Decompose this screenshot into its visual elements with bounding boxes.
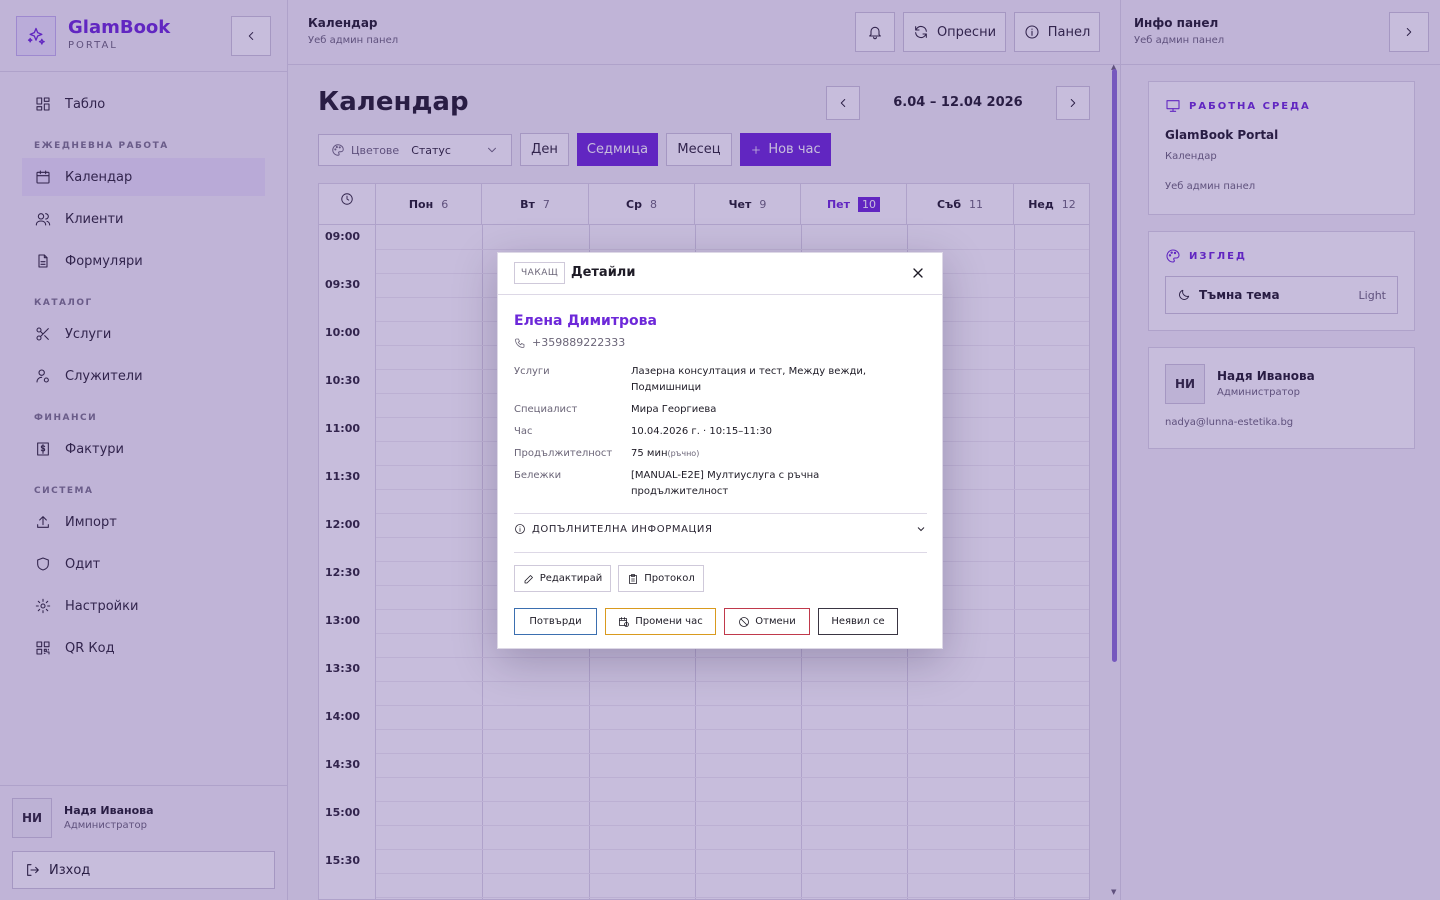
- services-value: Лазерна консултация и тест, Между вежди,…: [631, 366, 867, 393]
- duration-amount: 75 мин: [631, 448, 668, 459]
- cancel-appointment-button[interactable]: Отмени: [724, 608, 810, 635]
- notes-label: Бележки: [514, 470, 562, 481]
- edit-label: Редактирай: [539, 573, 603, 584]
- edit-button[interactable]: Редактирай: [514, 565, 611, 592]
- client-name[interactable]: Елена Димитрова: [514, 313, 657, 329]
- confirm-button[interactable]: Потвърди: [514, 608, 597, 635]
- duration-value: 75 мин(ръчно): [631, 446, 911, 462]
- notes-value: [MANUAL-E2E] Мултиуслуга с ръчна продълж…: [631, 470, 820, 497]
- cancel-label: Отмени: [755, 616, 796, 627]
- time-label: Час: [514, 426, 533, 437]
- client-phone-number: +359889222333: [532, 336, 626, 349]
- confirm-label: Потвърди: [529, 616, 582, 627]
- protocol-button[interactable]: Протокол: [618, 565, 704, 592]
- time-value: 10.04.2026 г. · 10:15–11:30: [631, 426, 773, 437]
- modal-title: Детайли: [571, 265, 636, 280]
- divider: [514, 552, 927, 553]
- calendar-clock-icon: [619, 616, 630, 627]
- status-badge: ЧАКАЩ: [514, 262, 566, 284]
- close-icon[interactable]: [910, 265, 926, 281]
- reschedule-button[interactable]: Промени час: [605, 608, 716, 635]
- pencil-icon: [524, 574, 533, 583]
- more-info-toggle[interactable]: ДОПЪЛНИТЕЛНА ИНФОРМАЦИЯ: [514, 523, 927, 535]
- phone-icon: [515, 338, 525, 348]
- no-show-button[interactable]: Неявил се: [818, 608, 898, 635]
- modal-header: ЧАКАЩ Детайли: [498, 253, 942, 295]
- protocol-label: Протокол: [644, 573, 695, 584]
- no-show-label: Неявил се: [831, 616, 885, 627]
- client-phone[interactable]: +359889222333: [514, 336, 625, 349]
- services-label: Услуги: [514, 366, 550, 377]
- chevron-down-icon: [917, 527, 925, 532]
- duration-note: (ръчно): [667, 449, 700, 458]
- divider: [514, 513, 927, 514]
- specialist-label: Специалист: [514, 404, 578, 415]
- duration-label: Продължителност: [514, 448, 613, 459]
- clipboard-icon: [629, 573, 638, 584]
- appointment-details-modal: ЧАКАЩ Детайли Елена Димитрова +359889222…: [497, 252, 943, 649]
- ban-icon: [739, 616, 750, 627]
- more-info-label: ДОПЪЛНИТЕЛНА ИНФОРМАЦИЯ: [532, 523, 713, 535]
- reschedule-label: Промени час: [635, 616, 703, 627]
- info-icon: [515, 524, 525, 534]
- specialist-value: Мира Георгиева: [631, 404, 717, 415]
